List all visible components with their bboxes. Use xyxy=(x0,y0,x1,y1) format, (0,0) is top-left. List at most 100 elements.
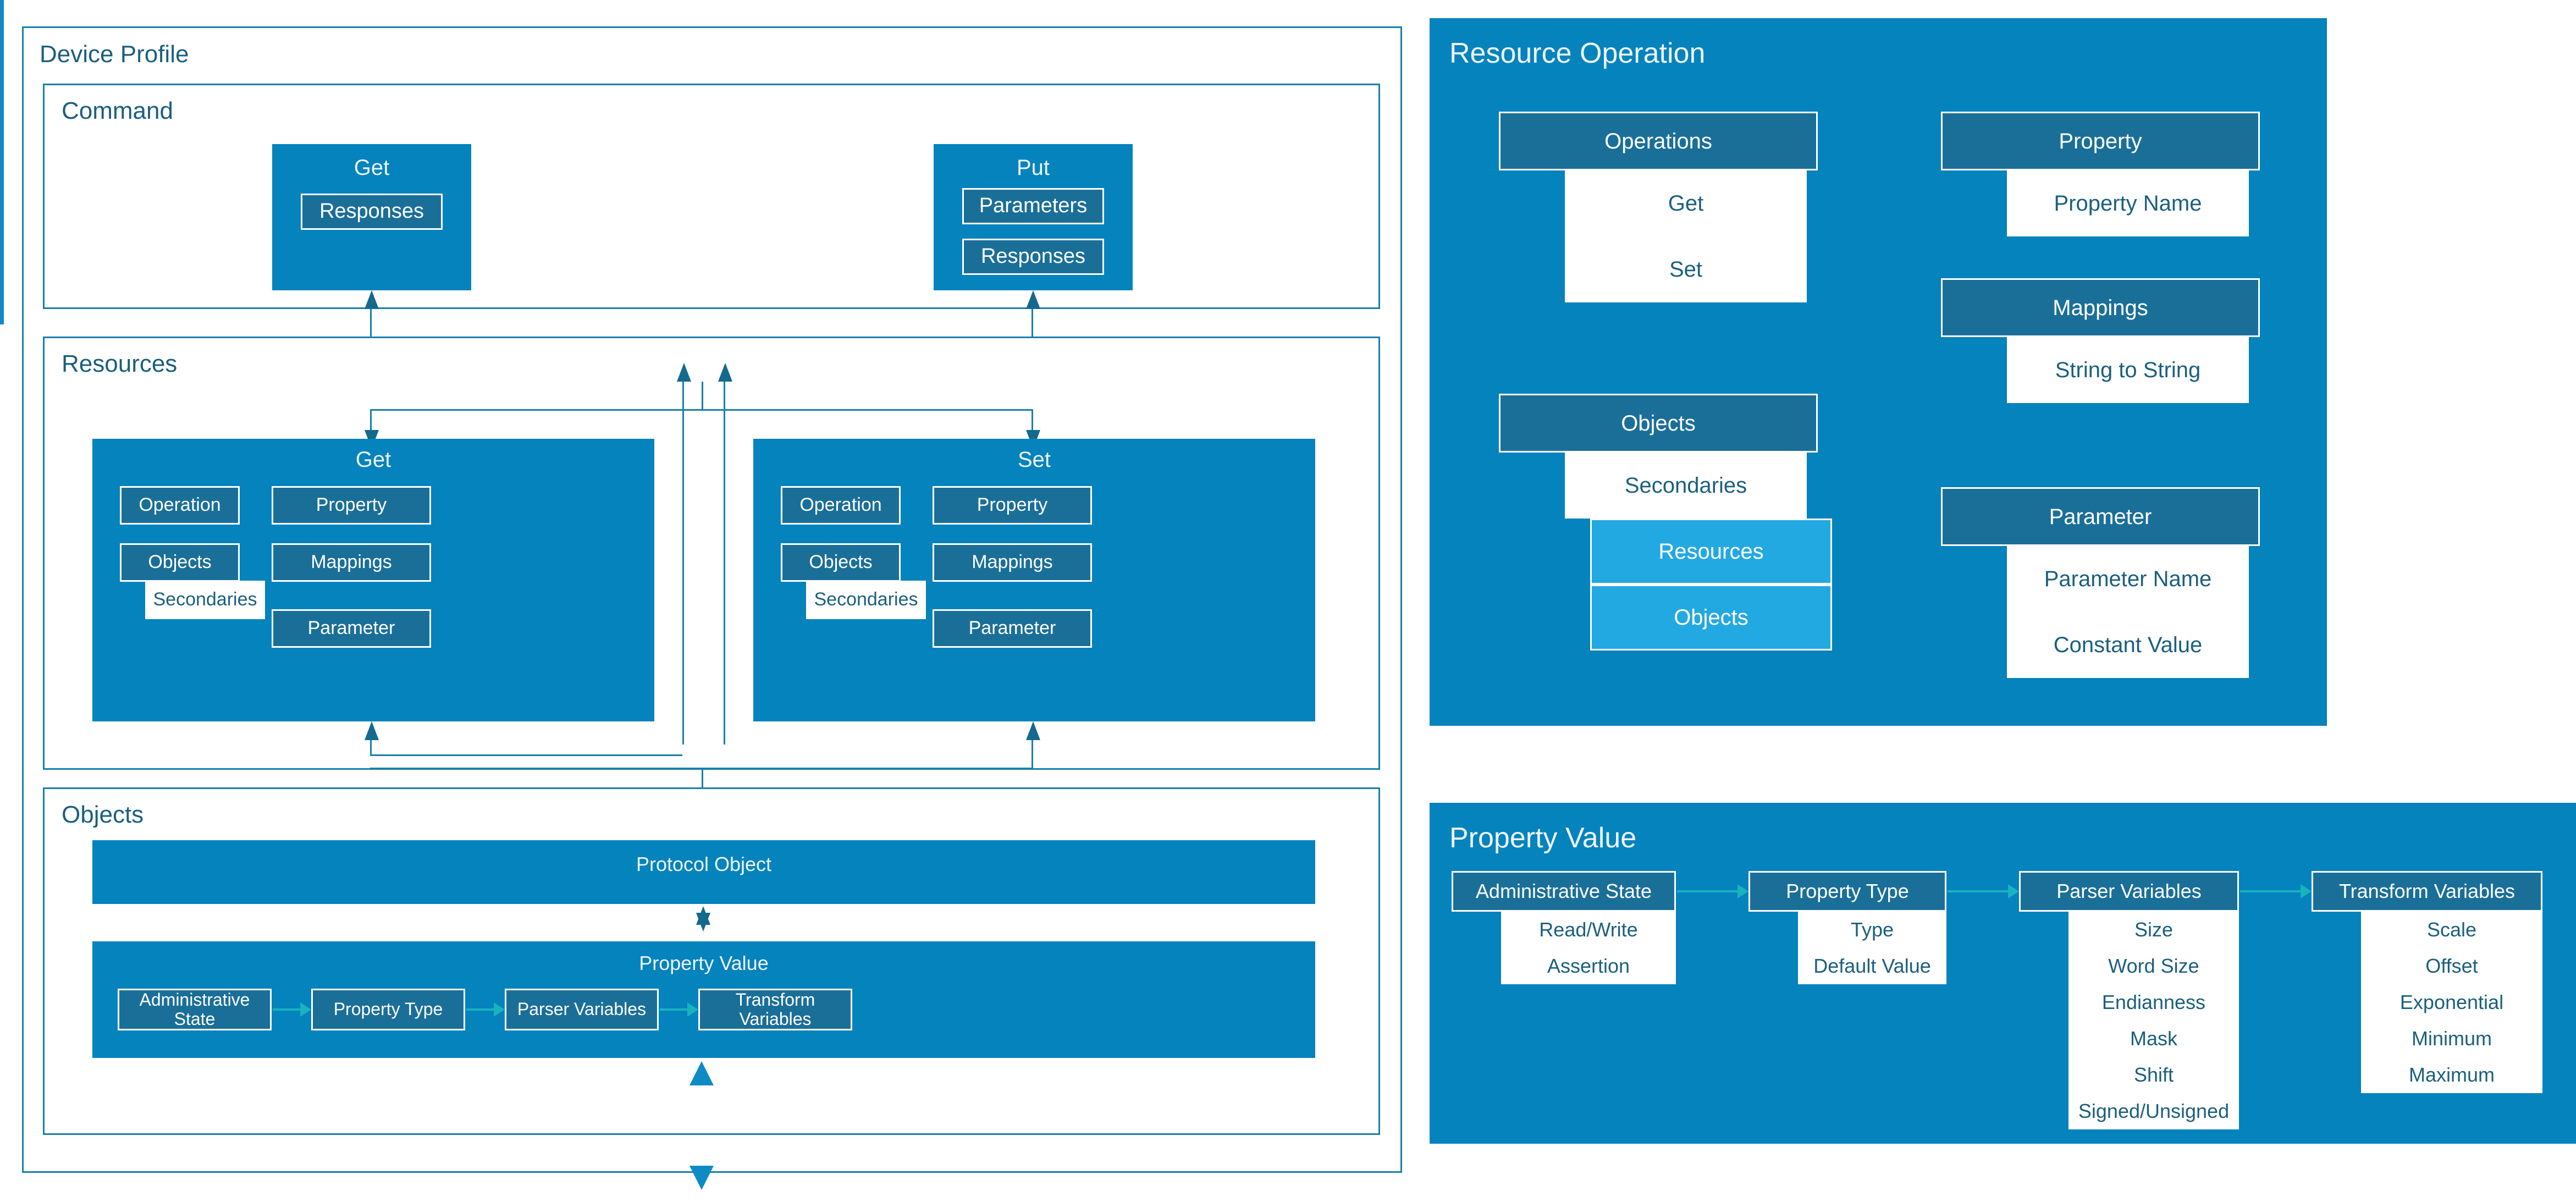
protocol-object-panel[interactable]: Protocol Object xyxy=(92,840,1315,904)
objects-pv-property-type[interactable]: Property Type xyxy=(311,989,465,1030)
pv-parser-variables-item-2[interactable]: Endianness xyxy=(2068,984,2239,1021)
arrow-up-res-set-bottom xyxy=(1026,721,1040,740)
pv-connector-2 xyxy=(1948,890,2008,892)
pv-parser-variables-item-3[interactable]: Mask xyxy=(2068,1021,2239,1057)
pv-connector-3 xyxy=(2240,890,2301,892)
pv-administrative-state-header[interactable]: Administrative State xyxy=(1452,871,1676,912)
ro-objects-header[interactable]: Objects xyxy=(1499,394,1818,453)
res-get-property[interactable]: Property xyxy=(272,486,431,525)
res-get-objects[interactable]: Objects xyxy=(120,543,240,582)
line-res-get-bottom xyxy=(370,740,372,756)
pv-transform-variables-header[interactable]: Transform Variables xyxy=(2312,871,2542,912)
pv-parser-variables-item-0[interactable]: Size xyxy=(2068,912,2239,948)
objects-property-value-title: Property Value xyxy=(639,952,769,974)
command-get-card[interactable]: Get Responses xyxy=(272,144,471,290)
command-get-responses[interactable]: Responses xyxy=(301,194,443,230)
pv-transform-variables-item-1[interactable]: Offset xyxy=(2361,948,2542,984)
pv-arrow-2 xyxy=(2008,884,2019,898)
resource-operation-title: Resource Operation xyxy=(1449,37,1706,69)
resources-get-title: Get xyxy=(355,448,391,472)
ro-objects-objects[interactable]: Objects xyxy=(1590,585,1832,650)
command-put-parameters[interactable]: Parameters xyxy=(962,188,1104,224)
res-get-operation[interactable]: Operation xyxy=(120,486,240,525)
pv-arrow-1 xyxy=(1737,884,1748,898)
arrow-down-protocol-to-propvalue xyxy=(696,913,710,931)
res-set-parameter[interactable]: Parameter xyxy=(933,609,1092,648)
resources-get-card[interactable]: Get Operation Objects Secondaries Proper… xyxy=(92,439,654,721)
objects-pv-arrow-1 xyxy=(300,1002,311,1017)
objects-pv-connector-1 xyxy=(273,1008,300,1011)
ro-operations-set[interactable]: Set xyxy=(1565,236,1807,302)
command-title: Command xyxy=(62,97,173,124)
ro-parameter-header[interactable]: Parameter xyxy=(1941,487,2260,546)
res-get-secondaries[interactable]: Secondaries xyxy=(145,581,265,619)
pv-administrative-state-item-1[interactable]: Assertion xyxy=(1501,948,1676,984)
ro-objects-secondaries[interactable]: Secondaries xyxy=(1565,453,1807,519)
arrow-up-command-put xyxy=(1026,290,1040,309)
res-get-parameter[interactable]: Parameter xyxy=(272,609,431,648)
objects-pv-administrative-state[interactable]: Administrative State xyxy=(118,989,272,1030)
arrow-down-objects-bottom xyxy=(689,1166,714,1190)
pv-property-type-item-1[interactable]: Default Value xyxy=(1798,948,1946,984)
resources-set-title: Set xyxy=(1017,448,1051,472)
line-res-get-stem xyxy=(370,409,372,431)
ro-operations-header[interactable]: Operations xyxy=(1499,112,1818,170)
res-set-secondaries[interactable]: Secondaries xyxy=(806,581,926,619)
command-put-responses[interactable]: Responses xyxy=(962,239,1104,275)
pv-transform-variables-item-0[interactable]: Scale xyxy=(2361,912,2542,948)
device-profile-title: Device Profile xyxy=(40,41,189,68)
res-get-mappings[interactable]: Mappings xyxy=(272,543,431,582)
resource-operation-panel: Resource Operation Operations Get Set Pr… xyxy=(1430,18,2327,726)
pv-parser-variables-header[interactable]: Parser Variables xyxy=(2019,871,2239,912)
command-group xyxy=(43,84,1380,309)
objects-pv-transform-variables[interactable]: Transform Variables xyxy=(698,989,852,1030)
objects-property-value-panel[interactable]: Property Value Administrative State Prop… xyxy=(92,941,1315,1058)
pv-transform-variables-item-3[interactable]: Minimum xyxy=(2361,1021,2542,1057)
line-res-set-bottom xyxy=(1031,740,1033,769)
objects-pv-parser-variables[interactable]: Parser Variables xyxy=(505,989,659,1030)
res-set-objects[interactable]: Objects xyxy=(781,543,901,582)
pv-administrative-state-item-0[interactable]: Read/Write xyxy=(1501,912,1676,948)
resources-set-card[interactable]: Set Operation Objects Secondaries Proper… xyxy=(753,439,1315,721)
res-set-mappings[interactable]: Mappings xyxy=(933,543,1092,582)
command-put-card[interactable]: Put Parameters Responses xyxy=(934,144,1133,290)
ro-mappings-string-to-string[interactable]: String to String xyxy=(2007,337,2249,403)
diagram-canvas: Device Profile Command Get Responses Put… xyxy=(0,0,2576,1202)
connector-top-put-line xyxy=(0,121,4,242)
pv-arrow-3 xyxy=(2301,884,2312,898)
pv-parser-variables-item-1[interactable]: Word Size xyxy=(2068,948,2239,984)
res-set-operation[interactable]: Operation xyxy=(781,486,901,525)
arrow-up-res-get-bottom xyxy=(365,721,379,740)
objects-pv-connector-2 xyxy=(466,1008,494,1011)
objects-title: Objects xyxy=(62,801,144,828)
line-resources-bus-top xyxy=(370,409,1033,411)
line-res-left-return xyxy=(682,382,684,745)
resources-title: Resources xyxy=(62,350,178,377)
ro-operations-get[interactable]: Get xyxy=(1565,170,1807,236)
ro-parameter-name[interactable]: Parameter Name xyxy=(2007,546,2249,612)
pv-parser-variables-item-4[interactable]: Shift xyxy=(2068,1057,2239,1093)
property-value-panel-title: Property Value xyxy=(1449,822,1637,854)
arrow-up-objects-bottom xyxy=(689,1061,714,1085)
pv-transform-variables-item-2[interactable]: Exponential xyxy=(2361,984,2542,1021)
objects-pv-connector-3 xyxy=(660,1008,687,1011)
ro-property-name[interactable]: Property Name xyxy=(2007,170,2249,236)
pv-parser-variables-item-5[interactable]: Signed/Unsigned xyxy=(2068,1093,2239,1129)
line-command-get-stem xyxy=(370,309,372,338)
res-set-property[interactable]: Property xyxy=(933,486,1092,525)
pv-property-type-item-0[interactable]: Type xyxy=(1798,912,1946,948)
line-res-set-stem xyxy=(1031,409,1033,431)
ro-mappings-header[interactable]: Mappings xyxy=(1941,278,2260,337)
command-get-title: Get xyxy=(354,156,390,180)
pv-transform-variables-item-4[interactable]: Maximum xyxy=(2361,1057,2542,1093)
line-res-get-bottom-bus xyxy=(370,754,682,756)
line-objects-bottom xyxy=(0,242,4,324)
connector-top-get-line xyxy=(0,0,4,121)
ro-objects-resources[interactable]: Resources xyxy=(1590,519,1832,585)
ro-parameter-constant-value[interactable]: Constant Value xyxy=(2007,612,2249,678)
arrow-up-res-right-return xyxy=(718,363,732,382)
objects-pv-arrow-3 xyxy=(687,1002,698,1017)
line-command-put-stem xyxy=(1031,309,1033,338)
ro-property-header[interactable]: Property xyxy=(1941,112,2260,170)
pv-property-type-header[interactable]: Property Type xyxy=(1748,871,1946,912)
